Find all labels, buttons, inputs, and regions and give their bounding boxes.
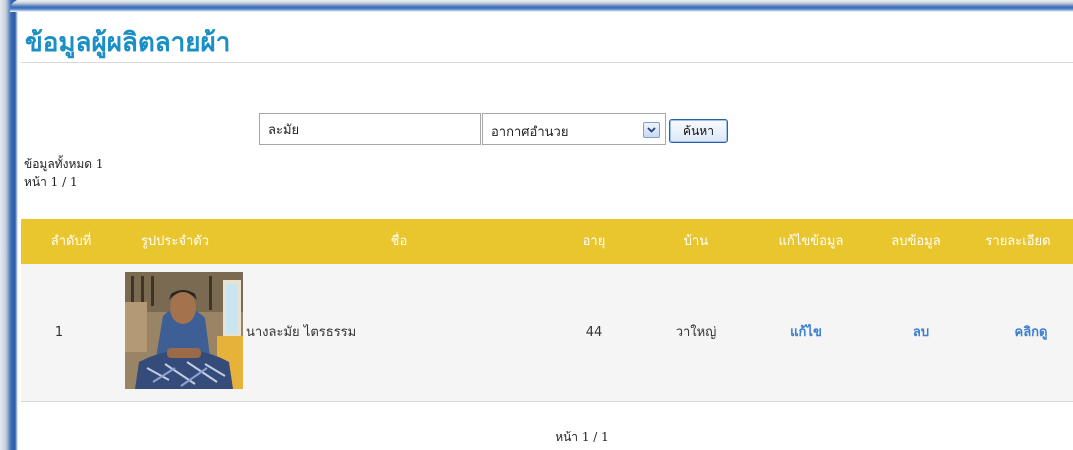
header-index: ลำดับที่ xyxy=(50,234,92,249)
page-indicator: หน้า 1 / 1 xyxy=(24,175,78,189)
row-village: วาใหญ่ xyxy=(675,325,717,340)
district-select[interactable]: อากาศอำนวย xyxy=(482,113,666,145)
footer-page-indicator: หน้า 1 / 1 xyxy=(555,430,609,444)
total-count: ข้อมูลทั้งหมด 1 xyxy=(24,157,104,171)
delete-link[interactable]: ลบ xyxy=(896,264,946,401)
window-frame-left xyxy=(0,0,20,450)
page-title: ข้อมูลผู้ผลิตลายผ้า xyxy=(25,28,231,58)
edit-link[interactable]: แก้ไข xyxy=(776,264,836,401)
search-input[interactable] xyxy=(259,113,481,145)
header-name: ชื่อ xyxy=(390,234,408,249)
search-button[interactable]: ค้นหา xyxy=(669,119,728,143)
table-header: ลำดับที่ รูปประจำตัว ชื่อ อายุ บ้าน แก้ไ… xyxy=(21,219,1073,264)
row-age: 44 xyxy=(585,325,603,340)
table-row: 1 นางละมัย ไตรธรรม 44 วาใหญ่ แก้ไข ลบ คล… xyxy=(21,264,1073,402)
header-photo: รูปประจำตัว xyxy=(140,234,210,249)
page-content: ข้อมูลผู้ผลิตลายผ้า อากาศอำนวย ค้นหา ข้อ… xyxy=(21,12,1073,450)
chevron-down-icon xyxy=(647,127,656,133)
detail-link[interactable]: คลิกดู xyxy=(996,264,1066,401)
header-delete: ลบข้อมูล xyxy=(891,234,941,249)
header-age: อายุ xyxy=(582,234,606,249)
profile-photo xyxy=(125,272,243,389)
district-select-value: อากาศอำนวย xyxy=(491,125,569,140)
header-edit: แก้ไขข้อมูล xyxy=(778,234,844,249)
header-village: บ้าน xyxy=(683,234,709,249)
window-frame-top xyxy=(10,0,1073,12)
header-detail: รายละเอียด xyxy=(985,234,1051,249)
row-index: 1 xyxy=(54,325,64,340)
row-name: นางละมัย ไตรธรรม xyxy=(246,325,357,340)
title-divider xyxy=(21,62,1073,63)
dropdown-button[interactable] xyxy=(643,122,660,138)
